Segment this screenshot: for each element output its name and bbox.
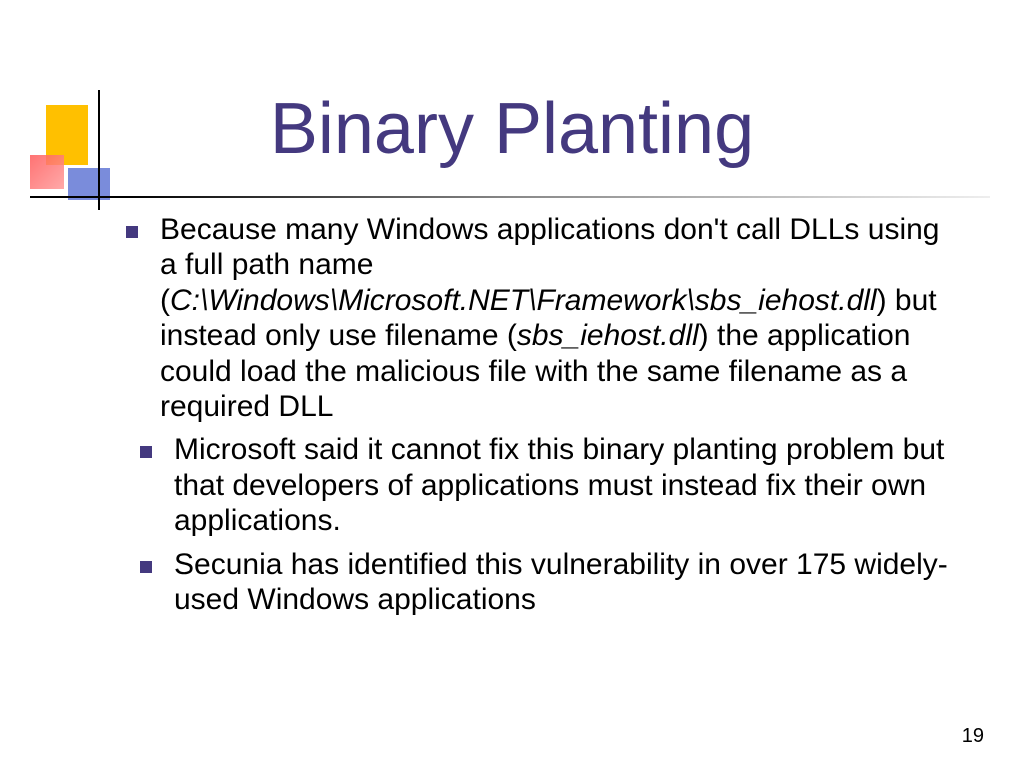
path-full: C:\Windows\Microsoft.NET\Framework\sbs_i…	[170, 284, 877, 317]
bullet-item: Microsoft said it cannot fix this binary…	[132, 432, 948, 538]
decor-horizontal-line	[30, 196, 990, 198]
slide: Binary Planting Because many Windows app…	[0, 0, 1024, 768]
slide-body: Because many Windows applications don't …	[118, 212, 948, 625]
bullet-text: Microsoft said it cannot fix this binary…	[174, 433, 944, 537]
slide-title: Binary Planting	[0, 88, 1024, 170]
bullet-item: Secunia has identified this vulnerabilit…	[132, 547, 948, 618]
bullet-list: Because many Windows applications don't …	[118, 212, 948, 617]
bullet-text: Secunia has identified this vulnerabilit…	[174, 548, 948, 616]
path-short: sbs_iehost.dll	[517, 319, 699, 352]
bullet-item: Because many Windows applications don't …	[118, 212, 948, 424]
page-number: 19	[962, 725, 984, 748]
